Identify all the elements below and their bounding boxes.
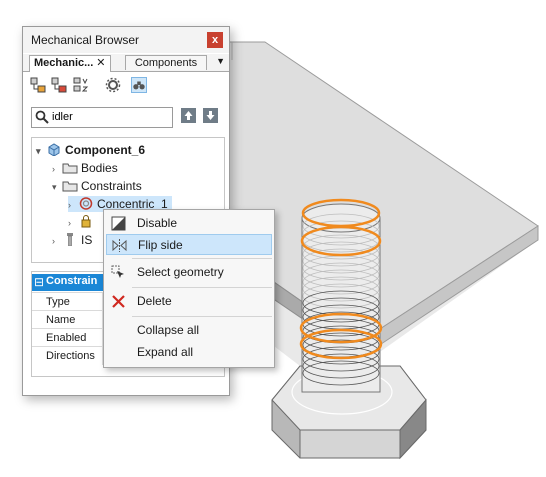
tree-item-label: Component_6 bbox=[65, 143, 146, 157]
context-menu: Disable Flip side Select geometry Delete… bbox=[103, 209, 275, 368]
menu-item-label: Disable bbox=[137, 216, 178, 230]
expand-arrow-icon[interactable]: › bbox=[52, 161, 62, 177]
settings-icon[interactable] bbox=[105, 77, 121, 93]
menu-separator bbox=[132, 287, 272, 288]
tree-item-lock[interactable]: › bbox=[68, 214, 97, 230]
tree-item-component[interactable]: ▾ Component_6 bbox=[36, 142, 145, 158]
property-label: Directions bbox=[46, 350, 95, 362]
folder-open-icon bbox=[62, 181, 78, 192]
arrow-up-icon bbox=[184, 111, 193, 120]
property-label: Type bbox=[46, 296, 70, 308]
expand-arrow-icon[interactable]: › bbox=[68, 215, 78, 231]
tree-item-label: Bodies bbox=[81, 161, 118, 175]
search-previous-button[interactable] bbox=[181, 108, 196, 123]
lock-icon bbox=[81, 215, 91, 228]
menu-item-label: Delete bbox=[137, 294, 172, 308]
menu-item-delete[interactable]: Delete bbox=[106, 291, 272, 312]
tab-strip: Mechanic... ✕ Components ▼ bbox=[23, 54, 229, 72]
arrow-down-icon bbox=[206, 111, 215, 120]
expand-arrow-icon[interactable]: › bbox=[68, 197, 78, 213]
tree-item-iso[interactable]: › IS bbox=[52, 232, 92, 248]
menu-item-select-geometry[interactable]: Select geometry bbox=[106, 262, 272, 283]
flip-side-icon bbox=[112, 239, 127, 252]
tab-menu-icon[interactable]: ▼ bbox=[216, 56, 225, 66]
collapse-box-icon[interactable]: ⊟ bbox=[34, 274, 44, 291]
menu-item-label: Flip side bbox=[138, 238, 183, 252]
binoculars-icon[interactable] bbox=[131, 77, 147, 93]
search-field[interactable] bbox=[31, 107, 173, 128]
bolt-part-icon bbox=[67, 233, 73, 246]
menu-item-expand-all[interactable]: Expand all bbox=[106, 342, 272, 363]
tree-item-constraints[interactable]: ▾ Constraints bbox=[52, 178, 142, 194]
menu-item-collapse-all[interactable]: Collapse all bbox=[106, 320, 272, 341]
menu-item-disable[interactable]: Disable bbox=[106, 213, 272, 234]
sort-az-icon[interactable] bbox=[73, 77, 89, 93]
delete-icon bbox=[112, 295, 125, 308]
select-geometry-icon bbox=[111, 265, 124, 278]
menu-item-label: Select geometry bbox=[137, 265, 224, 279]
tree-item-label: Constraints bbox=[81, 179, 142, 193]
menu-separator bbox=[132, 258, 272, 259]
tree-item-label: IS bbox=[81, 233, 93, 247]
tree-view-icon[interactable] bbox=[30, 77, 46, 93]
collapse-arrow-icon[interactable]: ▾ bbox=[36, 143, 46, 159]
panel-close-button[interactable]: x bbox=[207, 32, 223, 48]
panel-title: Mechanical Browser bbox=[31, 33, 140, 47]
tree-item-bodies[interactable]: › Bodies bbox=[52, 160, 118, 176]
menu-separator bbox=[132, 316, 272, 317]
search-next-button[interactable] bbox=[203, 108, 218, 123]
search-input[interactable] bbox=[52, 109, 167, 124]
menu-item-flip-side[interactable]: Flip side bbox=[106, 234, 272, 255]
property-label: Name bbox=[46, 314, 76, 326]
search-icon bbox=[35, 110, 49, 124]
collapse-arrow-icon[interactable]: ▾ bbox=[52, 179, 62, 195]
properties-header-label: Constrain bbox=[46, 275, 98, 287]
menu-item-label: Expand all bbox=[137, 345, 194, 359]
tree-filter-icon[interactable] bbox=[51, 77, 67, 93]
expand-arrow-icon[interactable]: › bbox=[52, 233, 62, 249]
tab-components[interactable]: Components bbox=[125, 55, 207, 70]
browser-toolbar bbox=[23, 73, 229, 99]
property-label: Enabled bbox=[46, 332, 87, 344]
tab-mechanical[interactable]: Mechanic... ✕ bbox=[29, 55, 111, 72]
panel-titlebar[interactable]: Mechanical Browser x bbox=[23, 27, 229, 53]
disable-icon bbox=[111, 216, 126, 231]
tab-mechanical-label: Mechanic... bbox=[34, 57, 94, 69]
menu-item-label: Collapse all bbox=[137, 323, 200, 337]
tab-close-icon[interactable]: ✕ bbox=[96, 57, 105, 69]
tab-components-label: Components bbox=[134, 57, 198, 69]
folder-icon bbox=[62, 163, 78, 174]
component-icon bbox=[48, 143, 60, 156]
concentric-constraint-icon bbox=[79, 197, 93, 210]
